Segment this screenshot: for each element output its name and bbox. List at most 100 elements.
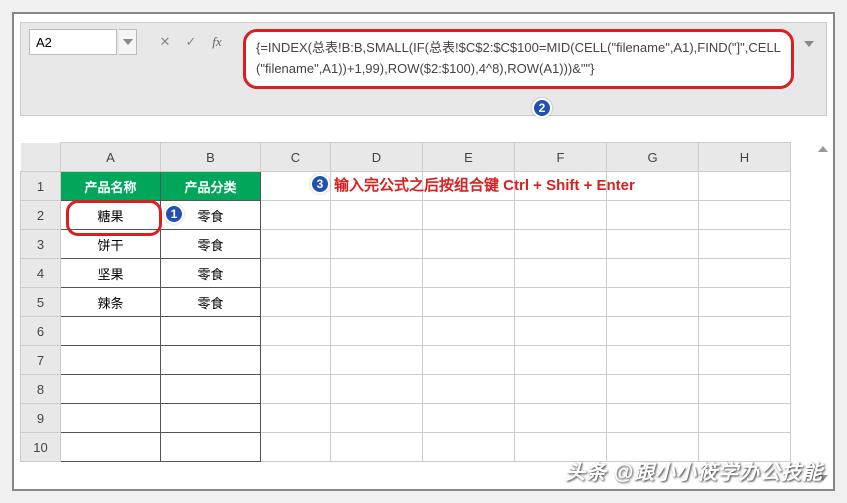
cancel-formula-button[interactable]: ✕ — [153, 29, 177, 55]
cell-a6[interactable] — [61, 317, 161, 346]
cell-d7[interactable] — [331, 346, 423, 375]
insert-function-button[interactable]: fx — [205, 29, 229, 55]
cell-f5[interactable] — [515, 288, 607, 317]
vertical-scrollbar[interactable] — [821, 146, 825, 481]
cell-g2[interactable] — [607, 201, 699, 230]
cell-e9[interactable] — [423, 404, 515, 433]
row-header-6[interactable]: 6 — [21, 317, 61, 346]
row-header-2[interactable]: 2 — [21, 201, 61, 230]
cell-h4[interactable] — [699, 259, 791, 288]
cell-e2[interactable] — [423, 201, 515, 230]
cell-h6[interactable] — [699, 317, 791, 346]
cell-g8[interactable] — [607, 375, 699, 404]
cell-g3[interactable] — [607, 230, 699, 259]
accept-formula-button[interactable]: ✓ — [179, 29, 203, 55]
cell-h3[interactable] — [699, 230, 791, 259]
cell-f2[interactable] — [515, 201, 607, 230]
cell-e8[interactable] — [423, 375, 515, 404]
cell-b1[interactable]: 产品分类 — [161, 172, 261, 201]
cell-d4[interactable] — [331, 259, 423, 288]
cell-h2[interactable] — [699, 201, 791, 230]
name-box-dropdown[interactable] — [119, 29, 137, 55]
cell-b7[interactable] — [161, 346, 261, 375]
cell-c4[interactable] — [261, 259, 331, 288]
cell-a4[interactable]: 坚果 — [61, 259, 161, 288]
cell-g9[interactable] — [607, 404, 699, 433]
row-header-3[interactable]: 3 — [21, 230, 61, 259]
cell-e6[interactable] — [423, 317, 515, 346]
cell-c9[interactable] — [261, 404, 331, 433]
cell-a2[interactable]: 糖果 — [61, 201, 161, 230]
name-box[interactable] — [29, 29, 117, 55]
cell-d6[interactable] — [331, 317, 423, 346]
col-header-c[interactable]: C — [261, 143, 331, 172]
cell-c6[interactable] — [261, 317, 331, 346]
cell-f8[interactable] — [515, 375, 607, 404]
cell-d10[interactable] — [331, 433, 423, 462]
row-header-8[interactable]: 8 — [21, 375, 61, 404]
cell-h8[interactable] — [699, 375, 791, 404]
col-header-b[interactable]: B — [161, 143, 261, 172]
col-header-e[interactable]: E — [423, 143, 515, 172]
cell-c8[interactable] — [261, 375, 331, 404]
row-header-9[interactable]: 9 — [21, 404, 61, 433]
row-header-4[interactable]: 4 — [21, 259, 61, 288]
cell-d8[interactable] — [331, 375, 423, 404]
cell-f7[interactable] — [515, 346, 607, 375]
row-header-7[interactable]: 7 — [21, 346, 61, 375]
cell-b3[interactable]: 零食 — [161, 230, 261, 259]
cell-h7[interactable] — [699, 346, 791, 375]
cell-d5[interactable] — [331, 288, 423, 317]
cell-b4[interactable]: 零食 — [161, 259, 261, 288]
cell-e4[interactable] — [423, 259, 515, 288]
row-header-1[interactable]: 1 — [21, 172, 61, 201]
cell-g5[interactable] — [607, 288, 699, 317]
cell-a8[interactable] — [61, 375, 161, 404]
cell-d2[interactable] — [331, 201, 423, 230]
cell-c3[interactable] — [261, 230, 331, 259]
cell-h9[interactable] — [699, 404, 791, 433]
select-all-corner[interactable] — [21, 143, 61, 172]
cell-f3[interactable] — [515, 230, 607, 259]
cell-g7[interactable] — [607, 346, 699, 375]
cell-a7[interactable] — [61, 346, 161, 375]
cell-h5[interactable] — [699, 288, 791, 317]
cell-c7[interactable] — [261, 346, 331, 375]
instruction-text: 输入完公式之后按组合键 Ctrl + Shift + Enter — [334, 174, 635, 195]
cell-e3[interactable] — [423, 230, 515, 259]
name-box-wrap — [29, 29, 137, 55]
cell-g4[interactable] — [607, 259, 699, 288]
cell-f4[interactable] — [515, 259, 607, 288]
cell-b9[interactable] — [161, 404, 261, 433]
cell-e5[interactable] — [423, 288, 515, 317]
cell-a1[interactable]: 产品名称 — [61, 172, 161, 201]
cell-b6[interactable] — [161, 317, 261, 346]
cell-g6[interactable] — [607, 317, 699, 346]
cell-c10[interactable] — [261, 433, 331, 462]
col-header-d[interactable]: D — [331, 143, 423, 172]
col-header-f[interactable]: F — [515, 143, 607, 172]
cell-d9[interactable] — [331, 404, 423, 433]
cell-h1[interactable] — [699, 172, 791, 201]
col-header-h[interactable]: H — [699, 143, 791, 172]
cell-f9[interactable] — [515, 404, 607, 433]
cell-c5[interactable] — [261, 288, 331, 317]
cell-a5[interactable]: 辣条 — [61, 288, 161, 317]
cell-c2[interactable] — [261, 201, 331, 230]
cell-b5[interactable]: 零食 — [161, 288, 261, 317]
cell-a9[interactable] — [61, 404, 161, 433]
cell-b8[interactable] — [161, 375, 261, 404]
cell-d3[interactable] — [331, 230, 423, 259]
row-header-10[interactable]: 10 — [21, 433, 61, 462]
formula-bar-expand[interactable] — [800, 31, 818, 57]
formula-bar[interactable]: {=INDEX(总表!B:B,SMALL(IF(总表!$C$2:$C$100=M… — [243, 29, 794, 89]
row-header-5[interactable]: 5 — [21, 288, 61, 317]
cell-a3[interactable]: 饼干 — [61, 230, 161, 259]
cell-b10[interactable] — [161, 433, 261, 462]
col-header-a[interactable]: A — [61, 143, 161, 172]
cell-e7[interactable] — [423, 346, 515, 375]
cell-e10[interactable] — [423, 433, 515, 462]
cell-f6[interactable] — [515, 317, 607, 346]
cell-a10[interactable] — [61, 433, 161, 462]
col-header-g[interactable]: G — [607, 143, 699, 172]
